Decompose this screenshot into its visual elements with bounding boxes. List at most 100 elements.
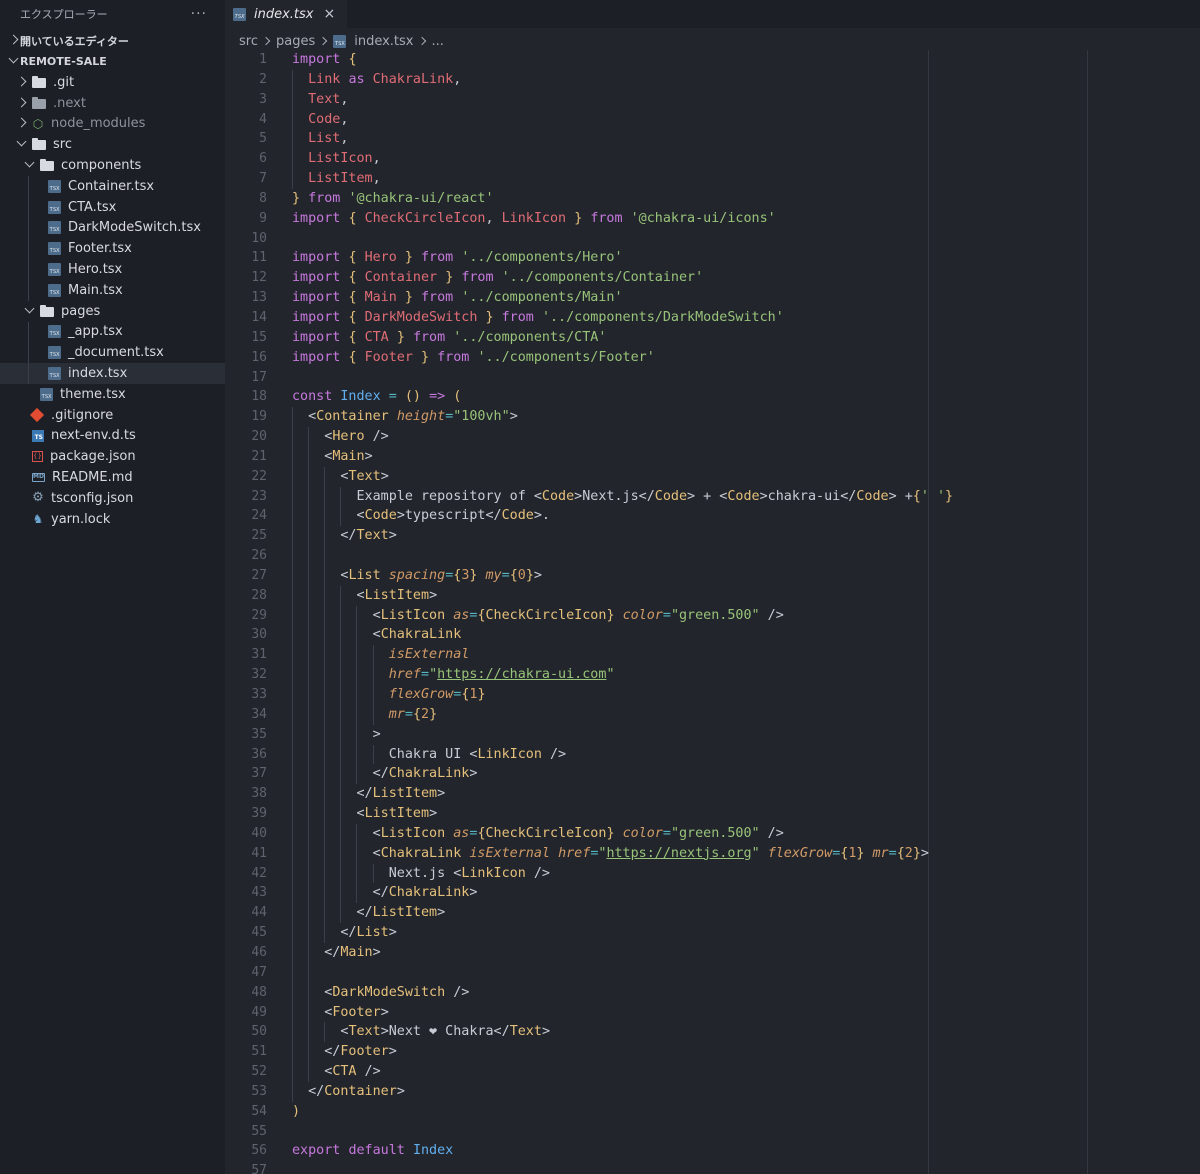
code-line: 24 <Code>typescript</Code>. <box>225 506 1200 527</box>
code-text: import { Hero } from '../components/Hero… <box>292 248 623 268</box>
line-number: 19 <box>251 409 267 425</box>
tree-file[interactable]: MD README.md <box>0 467 225 488</box>
line-number: 40 <box>251 825 267 841</box>
code-token: Next.js < <box>292 865 462 881</box>
more-actions-icon[interactable]: ··· <box>191 6 207 22</box>
line-number: 50 <box>251 1024 267 1040</box>
code-token: } <box>606 607 615 623</box>
tree-file[interactable]: ♞ yarn.lock <box>0 509 225 530</box>
tree-file[interactable]: {} package.json <box>0 446 225 467</box>
code-text: <Main> <box>292 447 373 467</box>
breadcrumb-file[interactable]: index.tsx <box>354 34 413 49</box>
line-number: 31 <box>251 647 267 663</box>
indent-guide <box>28 342 29 364</box>
code-token: Main <box>332 448 365 464</box>
code-text: ) <box>292 1102 300 1122</box>
tree-file[interactable]: TSX CTA.tsx <box>0 196 225 218</box>
tsx-file-icon: TSX <box>48 200 61 214</box>
open-editors-section[interactable]: 開いているエディター <box>0 30 225 51</box>
tree-file[interactable]: .gitignore <box>0 405 225 426</box>
tree-file[interactable]: TSX _document.tsx <box>0 342 225 364</box>
code-token: Text <box>348 1024 381 1040</box>
chevron-down-icon <box>6 56 20 67</box>
code-token: '../components/Hero' <box>461 250 623 266</box>
code-token: from <box>501 309 534 325</box>
code-token: import <box>292 349 341 365</box>
tree-folder[interactable]: pages <box>0 301 225 322</box>
code-text: import { <box>292 50 357 70</box>
line-number: 7 <box>259 171 267 187</box>
code-line: 25 </Text> <box>225 526 1200 547</box>
tree-file[interactable]: TSX theme.tsx <box>0 384 225 405</box>
tree-folder[interactable]: .git <box>0 72 225 93</box>
tree-file[interactable]: TSX DarkModeSwitch.tsx <box>0 217 225 239</box>
breadcrumb-src[interactable]: src <box>239 34 258 49</box>
code-token: > <box>396 1083 405 1099</box>
tree-item-label: yarn.lock <box>51 511 111 527</box>
line-number: 49 <box>251 1004 267 1020</box>
tsx-file-icon: TSX <box>48 263 61 277</box>
code-line: 3 Text, <box>225 89 1200 110</box>
chevron-right-icon <box>14 77 28 88</box>
code-token: => <box>429 389 446 405</box>
tree-file[interactable]: ⚙ tsconfig.json <box>0 488 225 509</box>
code-editor[interactable]: 1 import {2 Link as ChakraLink, 3 Text, 4 C… <box>225 50 1200 1174</box>
code-line: 8} from '@chakra-ui/react' <box>225 189 1200 209</box>
code-token: ListIcon <box>380 825 446 841</box>
code-text: <ChakraLink <box>292 625 462 645</box>
tree-folder[interactable]: .next <box>0 93 225 114</box>
code-token: } <box>396 329 405 345</box>
project-name: REMOTE-SALE <box>20 55 107 68</box>
code-line: 56 export default Index <box>225 1141 1200 1161</box>
tree-item-label: .next <box>53 95 86 111</box>
indent-guide <box>28 238 29 260</box>
code-line: 34 mr={2} <box>225 704 1200 725</box>
tree-folder[interactable]: src <box>0 134 225 155</box>
line-number: 38 <box>251 786 267 802</box>
explorer-sidebar: エクスプローラー ··· 開いているエディター REMOTE-SALE .git… <box>0 0 225 1174</box>
code-token: Container <box>316 409 389 425</box>
breadcrumb-more[interactable]: ... <box>432 34 444 49</box>
code-line: 43 </ChakraLink> <box>225 883 1200 904</box>
tree-item-label: src <box>53 137 72 153</box>
tree-file[interactable]: TSX Main.tsx <box>0 279 225 301</box>
code-token: >typescript</ <box>396 508 502 524</box>
tree-file[interactable]: TSX Hero.tsx <box>0 259 225 280</box>
line-number: 22 <box>251 468 267 484</box>
project-section[interactable]: REMOTE-SALE <box>0 51 225 72</box>
tree-folder[interactable]: ⬡ node_modules <box>0 114 225 135</box>
tree-folder[interactable]: components <box>0 155 225 176</box>
git-file-icon <box>29 408 45 423</box>
tsx-file-icon: TSX <box>48 221 61 235</box>
line-number: 10 <box>251 230 267 246</box>
code-token: Container <box>364 270 438 286</box>
code-token: default <box>348 1143 405 1159</box>
tree-file[interactable]: TS next-env.d.ts <box>0 426 225 447</box>
tree-item-label: theme.tsx <box>60 386 126 402</box>
code-line: 6 ListIcon, <box>225 149 1200 170</box>
tree-item-label: DarkModeSwitch.tsx <box>68 220 201 236</box>
code-text: export default Index <box>292 1141 453 1161</box>
code-token: > <box>364 448 373 464</box>
tree-file[interactable]: TSX index.tsx <box>0 363 225 384</box>
tab-index-tsx[interactable]: TSX index.tsx × <box>225 0 348 28</box>
code-token: </ <box>292 1083 325 1099</box>
tree-file[interactable]: TSX Container.tsx <box>0 175 225 197</box>
tree-file[interactable]: TSX Footer.tsx <box>0 238 225 260</box>
code-token: Footer <box>332 1004 381 1020</box>
tree-file[interactable]: TSX _app.tsx <box>0 321 225 343</box>
code-token: Index <box>340 389 381 405</box>
breadcrumb-pages[interactable]: pages <box>276 34 315 49</box>
close-icon[interactable]: × <box>324 6 336 22</box>
line-number: 17 <box>251 369 267 385</box>
line-number: 6 <box>259 151 267 167</box>
